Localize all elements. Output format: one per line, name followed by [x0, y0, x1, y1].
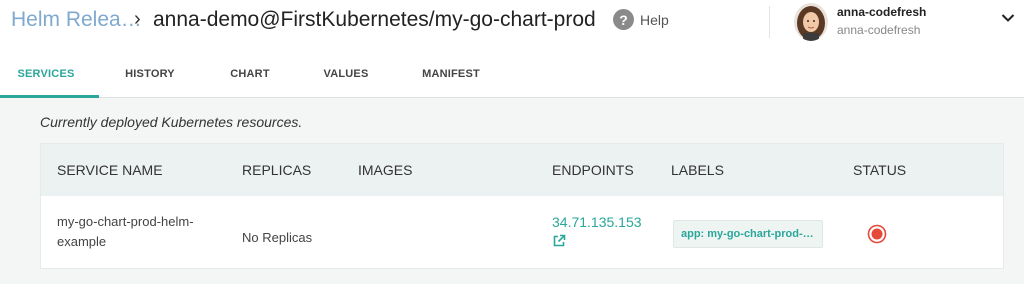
- column-header-images[interactable]: IMAGES: [358, 162, 412, 178]
- endpoint-link[interactable]: 34.71.135.153: [552, 214, 642, 230]
- page-title: anna-demo@FirstKubernetes/my-go-chart-pr…: [153, 8, 596, 31]
- replicas-cell: No Replicas: [242, 230, 313, 245]
- resources-caption: Currently deployed Kubernetes resources.: [40, 114, 303, 130]
- tab-bar: SERVICES HISTORY CHART VALUES MANIFEST: [0, 55, 1024, 98]
- header-divider: [769, 6, 770, 38]
- tab-manifest[interactable]: MANIFEST: [419, 55, 483, 98]
- tab-history[interactable]: HISTORY: [120, 55, 180, 98]
- avatar[interactable]: [794, 3, 828, 41]
- tab-values[interactable]: VALUES: [320, 55, 372, 98]
- help-button[interactable]: ? Help: [613, 9, 669, 30]
- user-account-name: anna-codefresh: [837, 23, 921, 37]
- tab-chart[interactable]: CHART: [228, 55, 272, 98]
- top-header: Helm Relea… › anna-demo@FirstKubernetes/…: [0, 0, 1024, 44]
- chevron-down-icon[interactable]: [1001, 13, 1015, 23]
- main-content: Currently deployed Kubernetes resources.…: [0, 98, 1024, 284]
- tab-services[interactable]: SERVICES: [0, 55, 92, 98]
- service-name-cell: my-go-chart-prod-helm-example: [57, 214, 194, 249]
- column-header-endpoints[interactable]: ENDPOINTS: [552, 162, 634, 178]
- help-label: Help: [640, 11, 669, 28]
- column-header-service-name[interactable]: SERVICE NAME: [57, 162, 163, 178]
- column-header-status[interactable]: STATUS: [853, 162, 906, 178]
- breadcrumb-root-link[interactable]: Helm Relea…: [11, 8, 142, 32]
- label-chip[interactable]: app: my-go-chart-prod-…: [673, 220, 823, 248]
- table-header: SERVICE NAME REPLICAS IMAGES ENDPOINTS L…: [41, 144, 1003, 196]
- external-link-icon[interactable]: [552, 234, 566, 248]
- status-error-icon: [867, 224, 887, 244]
- column-header-replicas[interactable]: REPLICAS: [242, 162, 311, 178]
- endpoints-cell: 34.71.135.153: [552, 212, 642, 248]
- breadcrumb-separator-icon: ›: [134, 8, 141, 30]
- column-header-labels[interactable]: LABELS: [671, 162, 724, 178]
- help-icon: ?: [613, 9, 634, 30]
- services-table: SERVICE NAME REPLICAS IMAGES ENDPOINTS L…: [40, 143, 1004, 269]
- user-name: anna-codefresh: [837, 5, 927, 19]
